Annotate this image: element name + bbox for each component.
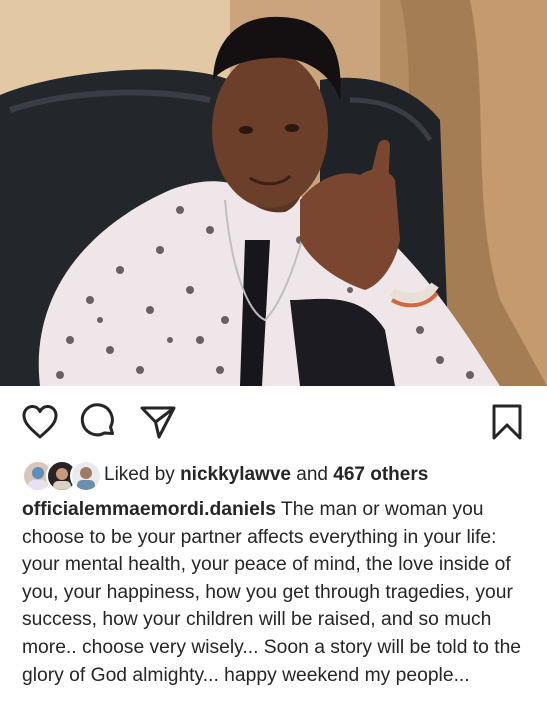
likes-row: Liked by nickkylawve and 467 others [0,456,547,494]
caption-username[interactable]: officialemmaemordi.daniels [22,499,276,520]
heart-icon [22,405,58,439]
caption-text: The man or woman you choose to be your p… [22,499,522,686]
avatar[interactable] [70,460,102,492]
post-photo[interactable] [0,0,547,386]
likes-summary: Liked by nickkylawve and 467 others [104,464,428,486]
post: Liked by nickkylawve and 467 others offi… [0,0,547,689]
liker-username[interactable]: nickkylawve [180,464,291,485]
portrait-photo [0,0,547,386]
comment-icon [80,403,114,437]
likes-joiner: and [296,464,328,485]
comment-button[interactable] [78,402,118,442]
save-button[interactable] [487,402,527,442]
share-button[interactable] [138,402,178,442]
action-bar [0,386,547,456]
bookmark-icon [492,404,522,440]
liker-avatars [22,460,104,492]
likes-others-count[interactable]: 467 others [333,464,428,485]
like-button[interactable] [20,402,60,442]
send-icon [140,406,176,439]
post-caption: officialemmaemordi.daniels The man or wo… [0,496,547,689]
likes-prefix: Liked by [104,464,175,485]
